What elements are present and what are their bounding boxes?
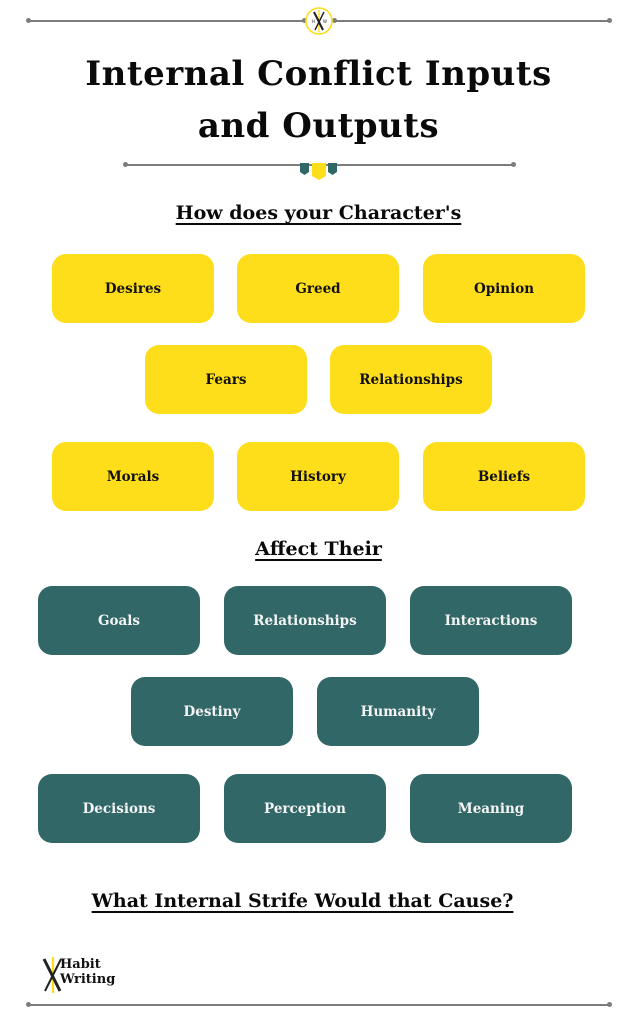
- input-label: Desires: [104, 280, 162, 297]
- output-label: Perception: [264, 800, 346, 817]
- input-label: Morals: [106, 468, 160, 485]
- top-divider-left: [28, 20, 303, 22]
- brand-name: Habit Writing: [60, 957, 115, 987]
- brand-line-2: Writing: [60, 972, 116, 987]
- output-label: Destiny: [183, 703, 241, 720]
- crossed-pens-emblem-icon: H W: [305, 7, 333, 35]
- bottom-divider-right-dot: [607, 1002, 612, 1007]
- input-box-fears: Fears: [145, 345, 307, 414]
- title-divider-right-dot: [511, 162, 516, 167]
- output-box-relationships: Relationships: [224, 586, 386, 655]
- input-box-greed: Greed: [237, 254, 399, 323]
- inputs-heading: How does your Character's: [175, 202, 462, 224]
- top-divider-right-end-dot: [607, 18, 612, 23]
- output-label: Humanity: [360, 703, 436, 720]
- brand-logo: Habit Writing: [40, 955, 140, 995]
- input-label: History: [290, 468, 346, 485]
- output-box-perception: Perception: [224, 774, 386, 843]
- input-box-history: History: [237, 442, 399, 511]
- top-divider-left-end-dot: [26, 18, 31, 23]
- input-label: Greed: [295, 280, 341, 297]
- output-box-interactions: Interactions: [410, 586, 572, 655]
- output-label: Relationships: [253, 612, 357, 629]
- brand-line-1: Habit: [60, 957, 101, 972]
- svg-text:H: H: [312, 19, 315, 24]
- input-box-beliefs: Beliefs: [423, 442, 585, 511]
- svg-text:W: W: [323, 19, 327, 24]
- top-divider-right: [335, 20, 610, 22]
- bottom-divider-left-dot: [26, 1002, 31, 1007]
- output-label: Decisions: [82, 800, 156, 817]
- input-box-relationships: Relationships: [330, 345, 492, 414]
- page-title-line-1: Internal Conflict Inputs: [85, 54, 552, 94]
- output-box-decisions: Decisions: [38, 774, 200, 843]
- bottom-divider: [28, 1004, 609, 1006]
- input-label: Opinion: [473, 280, 535, 297]
- output-box-humanity: Humanity: [317, 677, 479, 746]
- closing-question: What Internal Strife Would that Cause?: [91, 890, 514, 912]
- input-box-opinion: Opinion: [423, 254, 585, 323]
- output-label: Goals: [97, 612, 140, 629]
- page-title-line-2: and Outputs: [197, 106, 440, 146]
- output-box-meaning: Meaning: [410, 774, 572, 843]
- input-box-morals: Morals: [52, 442, 214, 511]
- input-label: Relationships: [359, 371, 463, 388]
- outputs-heading: Affect Their: [255, 538, 382, 560]
- output-box-destiny: Destiny: [131, 677, 293, 746]
- title-divider-left-dot: [123, 162, 128, 167]
- input-label: Beliefs: [477, 468, 531, 485]
- banner-flags-icon: [300, 163, 337, 180]
- output-box-goals: Goals: [38, 586, 200, 655]
- input-label: Fears: [205, 371, 247, 388]
- input-box-desires: Desires: [52, 254, 214, 323]
- output-label: Interactions: [444, 612, 538, 629]
- output-label: Meaning: [457, 800, 525, 817]
